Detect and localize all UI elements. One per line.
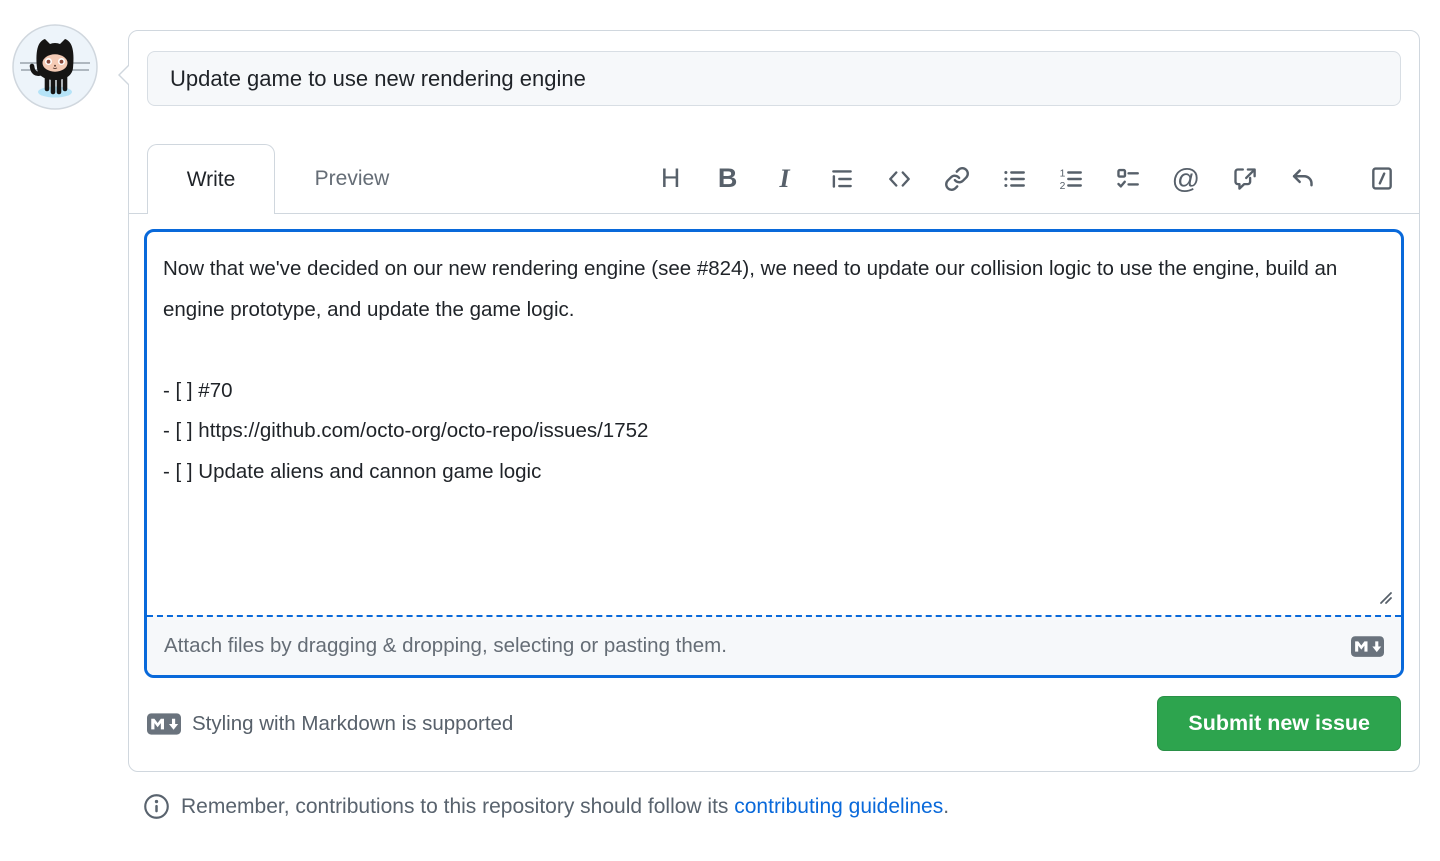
svg-text:2: 2 <box>1059 180 1065 191</box>
quote-icon[interactable] <box>829 164 855 194</box>
ordered-list-icon[interactable]: 1 2 <box>1058 164 1084 194</box>
markdown-supported-label: Styling with Markdown is supported <box>192 711 514 735</box>
code-icon[interactable] <box>886 164 913 194</box>
markdown-supported-note[interactable]: Styling with Markdown is supported <box>147 712 513 736</box>
avatar <box>12 24 98 110</box>
contribution-note-text: Remember, contributions to this reposito… <box>181 795 949 819</box>
contributing-guidelines-link[interactable]: contributing guidelines <box>734 795 943 818</box>
issue-body-textarea[interactable]: Now that we've decided on our new render… <box>147 232 1401 615</box>
tab-write[interactable]: Write <box>147 144 275 214</box>
octocat-avatar-image <box>12 24 98 110</box>
mention-icon[interactable]: @ <box>1172 163 1200 194</box>
tab-write-label: Write <box>186 167 236 191</box>
markdown-icon <box>1351 635 1384 657</box>
note-prefix: Remember, contributions to this reposito… <box>181 794 735 818</box>
tab-preview-label: Preview <box>314 166 390 190</box>
slash-command-icon[interactable] <box>1369 164 1395 194</box>
saved-reply-icon[interactable] <box>1289 164 1316 194</box>
markdown-icon <box>147 712 181 735</box>
note-suffix: . <box>943 794 950 818</box>
attach-files-hint: Attach files by dragging & dropping, sel… <box>164 634 727 657</box>
heading-icon[interactable]: H <box>658 163 684 194</box>
cross-reference-icon[interactable] <box>1231 164 1258 194</box>
italic-icon[interactable]: I <box>772 164 798 194</box>
action-row: Styling with Markdown is supported Submi… <box>147 696 1401 751</box>
editor-tabbar: Write Preview H B I 1 2 @ <box>129 144 1419 214</box>
info-icon <box>144 794 169 819</box>
issue-body-editor: Now that we've decided on our new render… <box>144 229 1404 678</box>
svg-text:1: 1 <box>1059 168 1065 179</box>
resize-gripper-icon[interactable] <box>1378 590 1394 605</box>
tab-preview[interactable]: Preview <box>275 144 429 213</box>
submit-new-issue-button[interactable]: Submit new issue <box>1157 696 1401 751</box>
new-issue-form: Write Preview H B I <box>118 30 1420 772</box>
markdown-toolbar: H B I 1 2 @ <box>658 144 1419 213</box>
contribution-note: Remember, contributions to this reposito… <box>143 793 949 820</box>
task-list-icon[interactable] <box>1115 164 1141 194</box>
card-caret-inner <box>119 65 129 84</box>
link-icon[interactable] <box>944 164 970 194</box>
issue-title-input[interactable] <box>147 51 1401 106</box>
unordered-list-icon[interactable] <box>1001 164 1027 194</box>
bold-icon[interactable]: B <box>715 163 741 194</box>
attach-files-dropzone[interactable]: Attach files by dragging & dropping, sel… <box>147 615 1401 675</box>
